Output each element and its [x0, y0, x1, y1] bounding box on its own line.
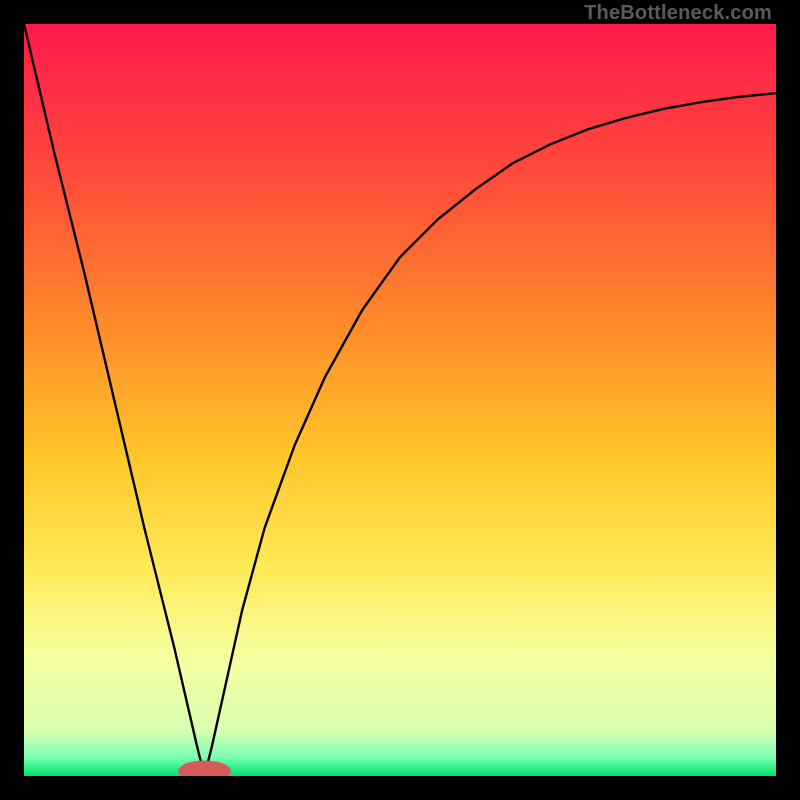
attribution-text: TheBottleneck.com	[584, 2, 772, 25]
chart-frame: TheBottleneck.com	[0, 0, 800, 800]
gradient-background	[24, 24, 776, 776]
plot-svg	[24, 24, 776, 776]
plot-area	[24, 24, 776, 776]
